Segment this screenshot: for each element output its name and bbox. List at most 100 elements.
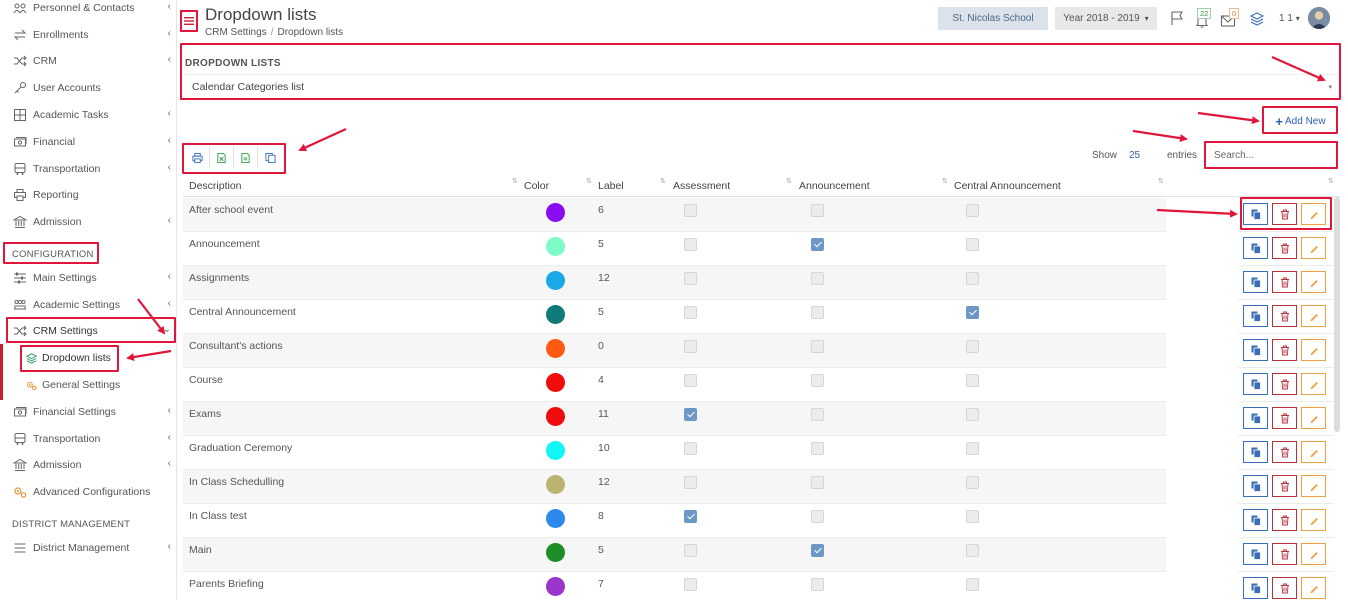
delete-button[interactable] xyxy=(1272,441,1297,463)
edit-button[interactable] xyxy=(1301,441,1326,463)
edit-button[interactable] xyxy=(1301,543,1326,565)
assessment-checkbox[interactable] xyxy=(684,374,697,387)
flag-icon[interactable] xyxy=(1168,10,1186,26)
duplicate-button[interactable] xyxy=(1243,407,1268,429)
edit-button[interactable] xyxy=(1301,305,1326,327)
sidebar-item-reporting[interactable]: Reporting xyxy=(0,184,176,206)
announcement-checkbox[interactable] xyxy=(811,510,824,523)
edit-button[interactable] xyxy=(1301,271,1326,293)
announcement-checkbox[interactable] xyxy=(811,374,824,387)
duplicate-button[interactable] xyxy=(1243,543,1268,565)
assessment-checkbox[interactable] xyxy=(684,272,697,285)
sidebar-item-financial-settings-config[interactable]: Financial Settings ‹ xyxy=(0,401,176,423)
column-header-central-announcement[interactable]: Central Announcement xyxy=(954,180,1061,192)
table-row[interactable]: Central Announcement 5 xyxy=(183,300,1166,334)
edit-button[interactable] xyxy=(1301,475,1326,497)
duplicate-button[interactable] xyxy=(1243,305,1268,327)
sidebar-item-academic-tasks[interactable]: Academic Tasks ‹ xyxy=(0,104,176,126)
central-announcement-checkbox[interactable] xyxy=(966,340,979,353)
sidebar-item-advanced-configurations-config[interactable]: Advanced Configurations xyxy=(0,481,176,503)
table-row[interactable]: Course 4 xyxy=(183,368,1166,402)
announcement-checkbox[interactable] xyxy=(811,204,824,217)
table-row[interactable]: In Class test 8 xyxy=(183,504,1166,538)
table-row[interactable]: Exams 11 xyxy=(183,402,1166,436)
sidebar-item-academic-settings[interactable]: Academic Settings ‹ xyxy=(0,294,176,316)
duplicate-button[interactable] xyxy=(1243,339,1268,361)
assessment-checkbox[interactable] xyxy=(684,340,697,353)
sidebar-item-transportation-config[interactable]: Transportation ‹ xyxy=(0,428,176,450)
central-announcement-checkbox[interactable] xyxy=(966,442,979,455)
edit-button[interactable] xyxy=(1301,237,1326,259)
announcement-checkbox[interactable] xyxy=(811,476,824,489)
dropdown-list-select[interactable]: Calendar Categories list ▾ xyxy=(185,74,1340,97)
user-menu-toggle[interactable]: 1 1 ▾ xyxy=(1279,13,1300,24)
school-selector-button[interactable]: St. Nicolas School xyxy=(938,7,1048,30)
page-length-select[interactable]: 25 xyxy=(1129,150,1140,161)
export-excel-button[interactable] xyxy=(210,147,234,169)
assessment-checkbox[interactable] xyxy=(684,238,697,251)
central-announcement-checkbox[interactable] xyxy=(966,510,979,523)
menu-toggle-button[interactable] xyxy=(180,10,198,32)
delete-button[interactable] xyxy=(1272,305,1297,327)
edit-button[interactable] xyxy=(1301,577,1326,599)
add-new-button[interactable]: + Add New xyxy=(1266,110,1335,132)
year-selector-button[interactable]: Year 2018 - 2019 ▾ xyxy=(1055,7,1157,30)
layers-stack-icon[interactable] xyxy=(1248,11,1266,27)
central-announcement-checkbox[interactable] xyxy=(966,476,979,489)
edit-button[interactable] xyxy=(1301,407,1326,429)
duplicate-button[interactable] xyxy=(1243,475,1268,497)
duplicate-button[interactable] xyxy=(1243,577,1268,599)
sidebar-item-crm-settings[interactable]: CRM Settings ⌄ xyxy=(0,320,176,342)
assessment-checkbox[interactable] xyxy=(684,510,697,523)
sidebar-item-financial[interactable]: Financial ‹ xyxy=(0,131,176,153)
assessment-checkbox[interactable] xyxy=(684,204,697,217)
announcement-checkbox[interactable] xyxy=(811,544,824,557)
copy-button[interactable] xyxy=(258,147,282,169)
announcement-checkbox[interactable] xyxy=(811,306,824,319)
column-header-label[interactable]: Label xyxy=(598,180,624,192)
export-csv-button[interactable] xyxy=(234,147,258,169)
delete-button[interactable] xyxy=(1272,407,1297,429)
avatar[interactable] xyxy=(1308,7,1330,29)
column-header-announcement[interactable]: Announcement xyxy=(799,180,870,192)
table-scrollbar[interactable] xyxy=(1334,197,1340,432)
central-announcement-checkbox[interactable] xyxy=(966,544,979,557)
central-announcement-checkbox[interactable] xyxy=(966,306,979,319)
assessment-checkbox[interactable] xyxy=(684,306,697,319)
edit-button[interactable] xyxy=(1301,203,1326,225)
delete-button[interactable] xyxy=(1272,271,1297,293)
column-header-color[interactable]: Color xyxy=(524,180,549,192)
assessment-checkbox[interactable] xyxy=(684,408,697,421)
delete-button[interactable] xyxy=(1272,339,1297,361)
table-row[interactable]: Parents Briefing 7 xyxy=(183,572,1166,600)
table-row[interactable]: After school event 6 xyxy=(183,198,1166,232)
sidebar-item-user-accounts[interactable]: User Accounts xyxy=(0,77,176,99)
sidebar-subitem-dropdown-lists[interactable]: Dropdown lists xyxy=(26,348,111,368)
delete-button[interactable] xyxy=(1272,203,1297,225)
assessment-checkbox[interactable] xyxy=(684,544,697,557)
sidebar-item-district-management[interactable]: District Management ‹ xyxy=(0,537,176,559)
table-row[interactable]: Assignments 12 xyxy=(183,266,1166,300)
delete-button[interactable] xyxy=(1272,509,1297,531)
delete-button[interactable] xyxy=(1272,373,1297,395)
central-announcement-checkbox[interactable] xyxy=(966,238,979,251)
sidebar-item-admission-config[interactable]: Admission ‹ xyxy=(0,454,176,476)
announcement-checkbox[interactable] xyxy=(811,238,824,251)
duplicate-button[interactable] xyxy=(1243,271,1268,293)
announcement-checkbox[interactable] xyxy=(811,272,824,285)
duplicate-button[interactable] xyxy=(1243,373,1268,395)
central-announcement-checkbox[interactable] xyxy=(966,272,979,285)
duplicate-button[interactable] xyxy=(1243,509,1268,531)
breadcrumb-item-crm-settings[interactable]: CRM Settings xyxy=(205,27,267,38)
announcement-checkbox[interactable] xyxy=(811,408,824,421)
duplicate-button[interactable] xyxy=(1243,441,1268,463)
duplicate-button[interactable] xyxy=(1243,237,1268,259)
column-header-description[interactable]: Description xyxy=(189,180,242,192)
sidebar-subitem-general-settings[interactable]: General Settings xyxy=(26,375,120,395)
sidebar-item-transportation[interactable]: Transportation ‹ xyxy=(0,158,176,180)
edit-button[interactable] xyxy=(1301,373,1326,395)
table-row[interactable]: Main 5 xyxy=(183,538,1166,572)
column-header-assessment[interactable]: Assessment xyxy=(673,180,730,192)
sidebar-item-enrollments[interactable]: Enrollments ‹ xyxy=(0,24,176,46)
sidebar-item-main-settings[interactable]: Main Settings ‹ xyxy=(0,267,176,289)
